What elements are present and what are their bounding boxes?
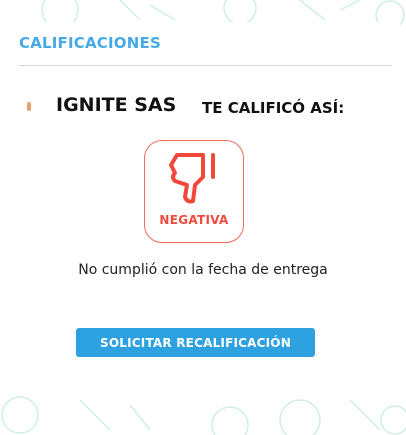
request-recalification-button[interactable]: SOLICITAR RECALIFICACIÓN	[76, 328, 315, 357]
rated-text: TE CALIFICÓ ASÍ:	[202, 99, 345, 117]
rating-label: NEGATIVA	[159, 213, 229, 227]
rater-name: IGNITE SAS	[56, 94, 177, 116]
section-title: CALIFICACIONES	[19, 34, 161, 52]
rater-avatar	[27, 102, 31, 111]
divider	[19, 65, 392, 66]
rating-reason: No cumplió con la fecha de entrega	[78, 262, 328, 278]
ratings-card: CALIFICACIONES IGNITE SAS TE CALIFICÓ AS…	[6, 22, 400, 390]
thumbs-down-icon	[169, 153, 215, 204]
rating-badge: NEGATIVA	[144, 140, 244, 243]
